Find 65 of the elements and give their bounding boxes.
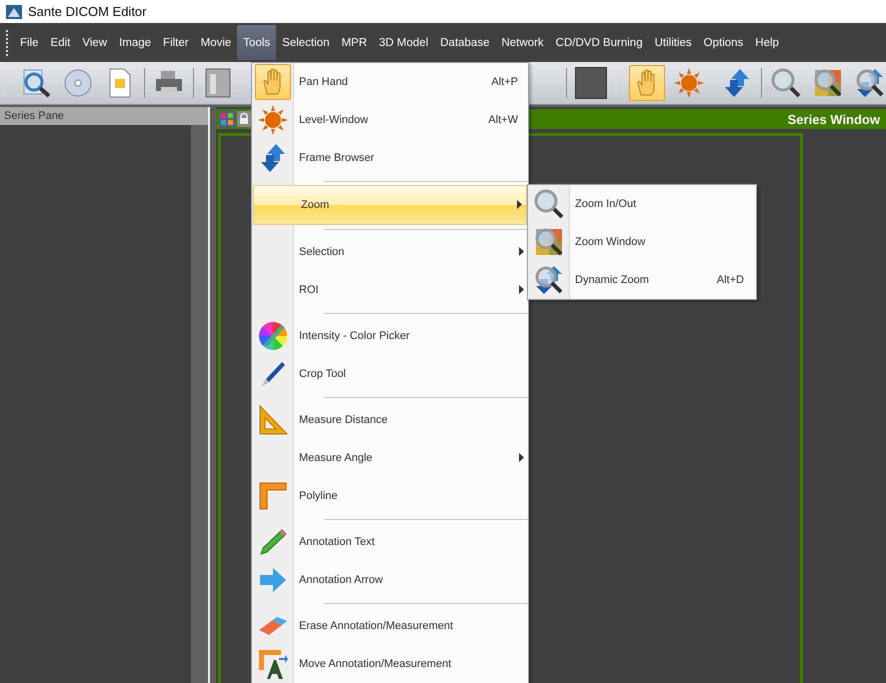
menu-item[interactable]: View [76,25,114,60]
printer-icon [154,69,184,97]
menu-item[interactable]: Intensity - Color Picker [252,317,528,355]
magnifier-icon [534,189,564,219]
menu-item[interactable]: Measure Distance [252,401,528,439]
zoom-window-icon [813,68,843,98]
menu-item[interactable]: Edit [44,25,76,60]
menu-item[interactable]: CD/DVD Burning [550,25,649,60]
image-thumbnail [575,67,607,99]
menu-item[interactable]: Annotation Arrow [252,561,528,599]
menu-item[interactable]: Utilities [648,25,698,60]
app-logo-icon [6,4,22,18]
submenu-arrow-icon [519,453,524,462]
menu-item[interactable]: Dynamic Zoom Alt+D [528,261,756,299]
menu-item[interactable]: Database [434,25,496,60]
menu-item[interactable]: Image [113,25,158,60]
menu-item[interactable]: Zoom [253,185,527,225]
menu-item[interactable]: Filter [157,25,195,60]
submenu-arrow-icon [517,200,522,209]
menu-item[interactable]: Movie [194,25,238,60]
menu-item[interactable]: Zoom In/Out [528,185,756,223]
right-arrow-icon [258,566,288,594]
menu-item[interactable]: Measure Angle [252,439,528,477]
menu-item[interactable]: Selection [252,233,528,271]
menu-item[interactable]: Frame Browser [252,139,528,177]
ruler-letter-a-icon [257,648,289,680]
sun-icon [674,68,704,98]
menu-item[interactable]: ROI [252,271,528,309]
toolbar-button[interactable] [573,65,609,101]
cd-disc-icon [63,68,93,98]
menu-item[interactable]: Zoom Window [528,223,756,261]
pencil-icon [258,527,288,557]
menu-item[interactable]: Annotation Text [252,523,528,561]
document-icon [108,68,132,98]
up-down-arrows-icon [259,143,287,173]
window-header-title: Series Window [788,112,880,126]
menu-item[interactable]: MPR [335,25,374,60]
magnifier-icon [771,68,801,98]
color-wheel-icon [257,320,289,352]
panel-icon [205,68,231,98]
document-search-icon [21,68,51,98]
menu-item[interactable]: Selection [276,25,336,60]
pane-title: Series Pane [0,107,208,125]
menu-item[interactable]: 3D Model [373,25,434,60]
menu-item[interactable]: Help [749,25,785,60]
up-down-arrows-icon [723,68,751,98]
menu-item[interactable]: Crop Tool [252,355,528,393]
menu-item[interactable]: Level-Window Alt+W [252,101,528,139]
menu-item[interactable]: Options [698,25,750,60]
l-ruler-icon [258,481,288,511]
menu-item[interactable]: Network [495,25,550,60]
layout-grid-icon [219,111,235,127]
menu-item[interactable]: Polyline [252,477,528,515]
dynamic-zoom-icon [534,265,564,295]
menu-item[interactable]: File [14,25,45,60]
submenu-arrow-icon [519,247,524,256]
submenu-arrow-icon [519,285,524,294]
window-title: Sante DICOM Editor [28,4,146,19]
sun-icon [258,105,288,135]
scrollbar[interactable] [191,125,208,683]
menu-item[interactable]: Move Annotation/Measurement [252,645,528,683]
menu-item[interactable]: Erase Annotation/Measurement [252,607,528,645]
menu-item[interactable]: Tools [237,25,276,60]
zoom-window-icon [534,227,564,257]
dynamic-zoom-icon [855,68,885,98]
